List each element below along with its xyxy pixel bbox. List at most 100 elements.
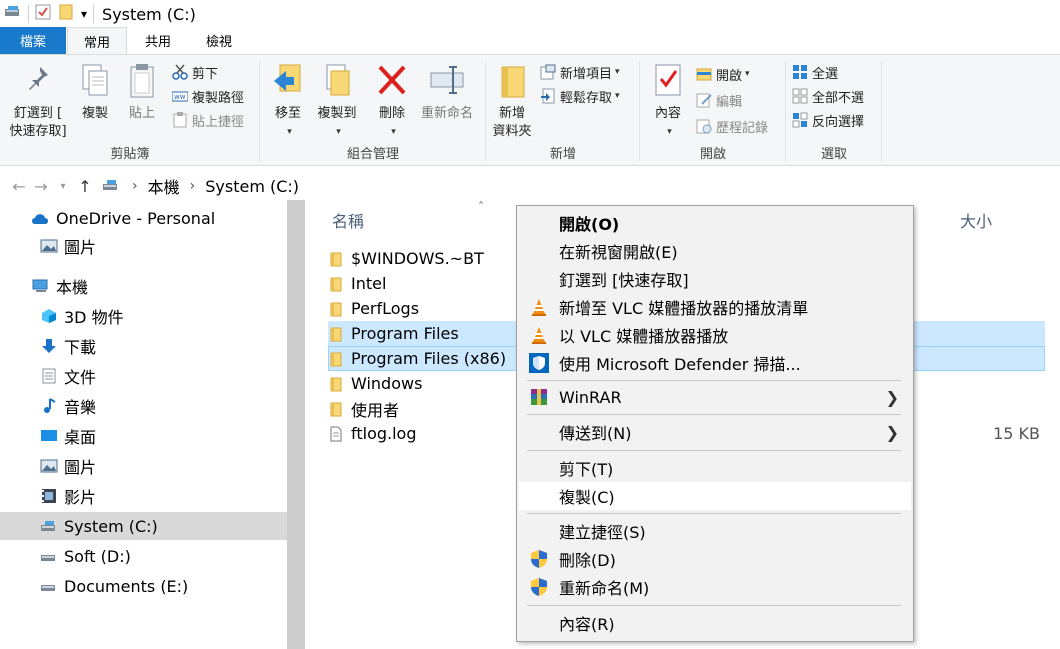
menu-item-copy[interactable]: 複製(C) bbox=[519, 482, 911, 510]
tab-share[interactable]: 共用 bbox=[128, 27, 188, 54]
nav-item-downloads[interactable]: 下載 bbox=[0, 332, 287, 360]
copy-to-button[interactable]: 複製到 ▾ bbox=[312, 61, 362, 138]
new-group: 新增 資料夾 新增項目 ▾ 輕鬆存取 ▾ 新增 bbox=[486, 55, 640, 166]
scrollbar-thumb[interactable] bbox=[287, 200, 305, 649]
properties-dropdown-icon: ▾ bbox=[667, 127, 672, 137]
pin-quick-access-button[interactable]: 釘選到 [ 快速存取] bbox=[4, 61, 72, 141]
nav-item-desktop[interactable]: 桌面 bbox=[0, 422, 287, 450]
paste-button[interactable]: 貼上 bbox=[122, 61, 162, 123]
tab-view[interactable]: 檢視 bbox=[189, 27, 249, 54]
menu-item-winrar[interactable]: WinRAR ❯ bbox=[519, 383, 911, 411]
up-arrow-icon[interactable]: ↑ bbox=[74, 177, 96, 196]
file-item-windows-bt[interactable]: $WINDOWS.~BT bbox=[329, 246, 484, 271]
menu-item-create-shortcut[interactable]: 建立捷徑(S) bbox=[519, 517, 911, 545]
video-icon bbox=[42, 489, 56, 503]
nav-item-system-c[interactable]: System (C:) bbox=[0, 512, 287, 540]
desktop-icon bbox=[41, 430, 57, 441]
uac-shield-icon bbox=[531, 578, 547, 596]
nav-item-music[interactable]: 音樂 bbox=[0, 392, 287, 420]
nav-item-onedrive[interactable]: OneDrive - Personal bbox=[0, 204, 287, 232]
file-size: 15 KB bbox=[993, 424, 1040, 443]
invert-selection-button[interactable]: 反向選擇 bbox=[792, 109, 864, 131]
window-title: System (C:) bbox=[102, 4, 196, 24]
submenu-arrow-icon: ❯ bbox=[885, 422, 899, 442]
new-folder-icon[interactable] bbox=[59, 4, 73, 24]
breadcrumb-this-pc[interactable]: 本機 bbox=[148, 174, 180, 198]
sort-ascending-icon: ˄ bbox=[478, 200, 484, 214]
menu-item-delete[interactable]: 刪除(D) bbox=[519, 545, 911, 573]
paste-shortcut-icon bbox=[173, 112, 187, 128]
menu-item-send-to[interactable]: 傳送到(N) ❯ bbox=[519, 418, 911, 446]
copy-path-button[interactable]: ww 複製路徑 bbox=[172, 85, 244, 107]
menu-item-pin-quick-access[interactable]: 釘選到 [快速存取] bbox=[519, 265, 911, 293]
edit-button[interactable]: 編輯 bbox=[696, 89, 742, 111]
history-icon bbox=[696, 119, 712, 134]
file-item-windows[interactable]: Windows bbox=[329, 371, 422, 396]
open-button[interactable]: 開啟 ▾ bbox=[696, 63, 750, 85]
menu-item-open[interactable]: 開啟(O) bbox=[519, 209, 911, 237]
menu-item-vlc-add-playlist[interactable]: 新增至 VLC 媒體播放器的播放清單 bbox=[519, 293, 911, 321]
nav-item-videos[interactable]: 影片 bbox=[0, 482, 287, 510]
customize-toolbar-icon[interactable]: ▾ bbox=[81, 7, 87, 21]
menu-item-properties[interactable]: 內容(R) bbox=[519, 609, 911, 637]
nav-item-documents-e[interactable]: Documents (E:) bbox=[0, 572, 287, 600]
nav-item-documents[interactable]: 文件 bbox=[0, 362, 287, 390]
tab-file[interactable]: 檔案 bbox=[0, 27, 66, 54]
file-item-program-files[interactable]: Program Files bbox=[329, 321, 459, 346]
vlc-cone-icon bbox=[532, 299, 546, 316]
history-button[interactable]: 歷程記錄 bbox=[696, 115, 768, 137]
move-to-dropdown-icon: ▾ bbox=[287, 127, 292, 137]
select-none-button[interactable]: 全部不選 bbox=[792, 85, 864, 107]
select-all-button[interactable]: 全選 bbox=[792, 61, 838, 83]
file-item-users[interactable]: 使用者 bbox=[329, 396, 399, 421]
file-item-perflogs[interactable]: PerfLogs bbox=[329, 296, 419, 321]
open-group: 內容 ▾ 開啟 ▾ 編輯 歷程記錄 開啟 bbox=[640, 55, 786, 166]
select-group-label: 選取 bbox=[820, 147, 847, 162]
copy-to-icon bbox=[326, 64, 350, 96]
recent-locations-icon[interactable]: ▾ bbox=[52, 181, 74, 192]
clipboard-group: 釘選到 [ 快速存取] 複製 貼上 剪下 ww 複製路徑 貼上捷徑 剪貼簿 bbox=[0, 55, 260, 166]
menu-item-cut[interactable]: 剪下(T) bbox=[519, 454, 911, 482]
new-item-dropdown-icon: ▾ bbox=[615, 67, 620, 77]
delete-dropdown-icon: ▾ bbox=[391, 127, 396, 137]
folder-icon bbox=[330, 277, 342, 291]
tab-home[interactable]: 常用 bbox=[67, 27, 127, 55]
nav-item-soft-d[interactable]: Soft (D:) bbox=[0, 542, 287, 570]
menu-item-open-new-window[interactable]: 在新視窗開啟(E) bbox=[519, 237, 911, 265]
copy-button[interactable]: 複製 bbox=[76, 61, 114, 123]
rename-button[interactable]: 重新命名 bbox=[416, 61, 478, 123]
new-folder-button[interactable]: 新增 資料夾 bbox=[490, 61, 534, 141]
menu-item-rename[interactable]: 重新命名(M) bbox=[519, 573, 911, 601]
file-item-ftlog[interactable]: ftlog.log bbox=[329, 421, 417, 446]
nav-item-this-pc[interactable]: 本機 bbox=[0, 272, 287, 300]
file-item-program-files-x86[interactable]: Program Files (x86) bbox=[329, 346, 506, 371]
properties-button[interactable]: 內容 ▾ bbox=[650, 61, 686, 138]
paste-shortcut-button[interactable]: 貼上捷徑 bbox=[172, 109, 244, 131]
cut-button[interactable]: 剪下 bbox=[172, 61, 218, 83]
back-arrow-icon[interactable]: ← bbox=[8, 177, 30, 196]
move-to-icon bbox=[274, 64, 301, 92]
breadcrumb-current[interactable]: System (C:) bbox=[205, 177, 299, 196]
properties-icon[interactable] bbox=[35, 4, 51, 24]
organize-group: 移至 ▾ 複製到 ▾ 刪除 ▾ 重新命名 組合管理 bbox=[260, 55, 486, 166]
menu-item-defender-scan[interactable]: 使用 Microsoft Defender 掃描... bbox=[519, 349, 911, 377]
defender-shield-icon bbox=[529, 353, 549, 373]
move-to-button[interactable]: 移至 ▾ bbox=[270, 61, 306, 138]
menu-item-vlc-play[interactable]: 以 VLC 媒體播放器播放 bbox=[519, 321, 911, 349]
easy-access-dropdown-icon: ▾ bbox=[615, 91, 620, 101]
invert-selection-icon bbox=[792, 112, 808, 128]
delete-button[interactable]: 刪除 ▾ bbox=[372, 61, 412, 138]
column-header-size[interactable]: 大小 bbox=[960, 200, 1040, 240]
new-item-button[interactable]: 新增項目 ▾ bbox=[540, 61, 620, 83]
delete-x-icon bbox=[378, 65, 406, 95]
easy-access-button[interactable]: 輕鬆存取 ▾ bbox=[540, 85, 620, 107]
menu-separator bbox=[527, 414, 901, 415]
breadcrumb[interactable]: › 本機 › System (C:) bbox=[102, 174, 299, 198]
nav-item-3d-objects[interactable]: 3D 物件 bbox=[0, 302, 287, 330]
breadcrumb-separator-icon: › bbox=[132, 178, 138, 194]
nav-item-pictures[interactable]: 圖片 bbox=[0, 452, 287, 480]
navigation-scrollbar[interactable] bbox=[287, 200, 305, 649]
file-item-intel[interactable]: Intel bbox=[329, 271, 386, 296]
forward-arrow-icon[interactable]: → bbox=[30, 177, 52, 196]
nav-item-onedrive-pictures[interactable]: 圖片 bbox=[0, 232, 287, 260]
